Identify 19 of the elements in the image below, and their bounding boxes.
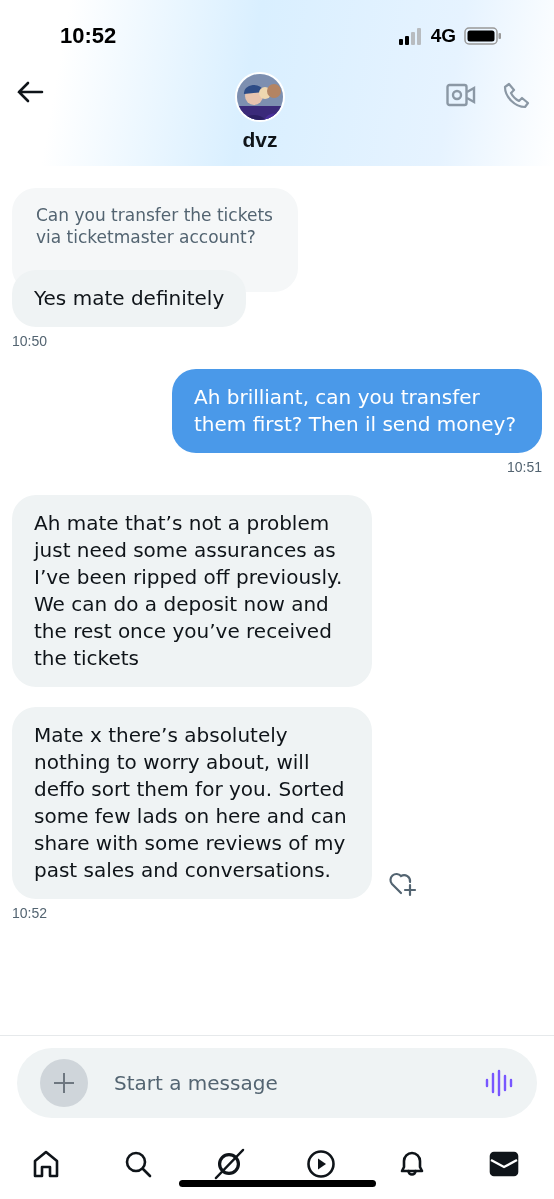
sent-message: Ah brilliant, can you transfer them first? Then il send money? [172,369,542,453]
signal-icon [398,27,423,45]
message-time: 10:51 [506,459,542,475]
received-message: Yes mate definitely [12,270,247,327]
network-label: 4G [430,25,456,47]
message-time: 10:50 [12,333,48,349]
video-camera-icon[interactable] [446,82,476,108]
status-time: 10:52 [60,23,117,49]
battery-icon [464,27,502,45]
message-input[interactable]: Start a message [112,1070,461,1096]
received-message: Ah mate that’s not a problem just need some assurances as I’ve been ripped off previously. We can do a deposit now and the rest once you’ve received the tickets [12,495,372,687]
received-message: Mate x there’s absolutely nothing to worry about, will deffo sort them for you. Sorted some few lads on here and can share with some reviews of my past sales and conversations. [12,707,372,899]
message-time: 10:52 [12,905,48,921]
voice-wave-icon[interactable] [485,1069,513,1097]
plus-icon [53,1072,75,1094]
add-button[interactable] [40,1059,88,1107]
contact-name: dvz [242,128,278,152]
back-arrow-icon [16,80,44,104]
phone-icon[interactable] [502,82,530,110]
